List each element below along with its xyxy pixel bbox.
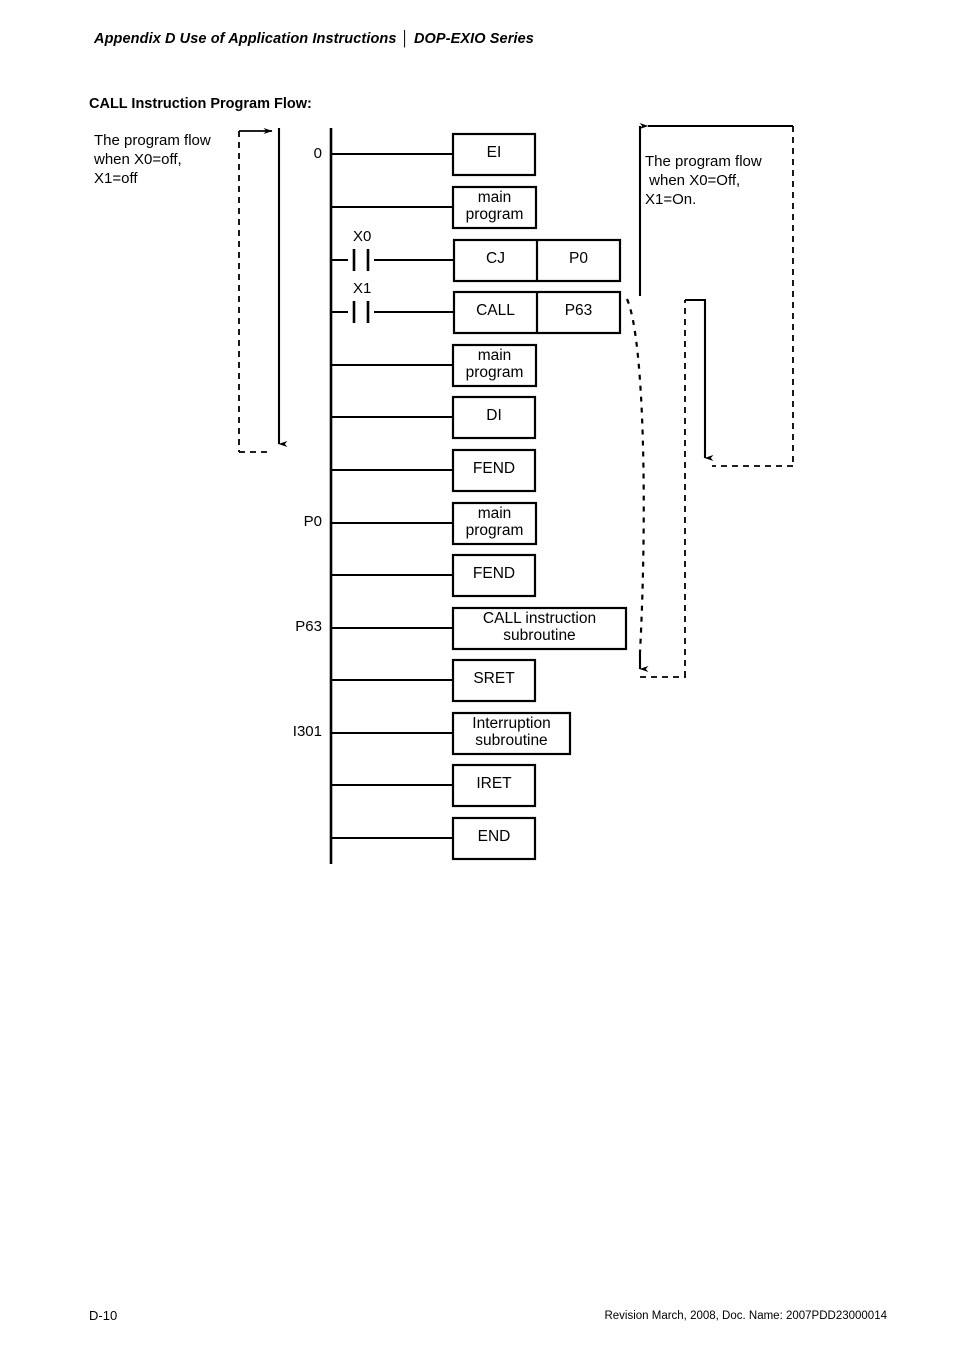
rung-wires	[331, 152, 454, 840]
document-page: Appendix D Use of Application Instructio…	[0, 0, 954, 1351]
step-label-0: 0	[313, 145, 322, 162]
left-flow-path	[238, 128, 288, 453]
contact-label-x1: X1	[353, 280, 372, 297]
step-label-p0: P0	[303, 513, 322, 530]
right-flow-annotation: The program flow when X0=Off, X1=On.	[645, 153, 762, 209]
call-instruction-program-flow-diagram: The program flow when X0=off, X1=off The…	[0, 0, 954, 1351]
step-label-i301: I301	[292, 723, 322, 740]
call-return-path	[625, 298, 686, 678]
footer-revision-info: Revision March, 2008, Doc. Name: 2007PDD…	[604, 1310, 887, 1322]
footer-page-number: D-10	[89, 1308, 118, 1323]
instruction-boxes	[451, 132, 628, 861]
left-flow-annotation: The program flow when X0=off, X1=off	[94, 132, 211, 188]
ladder-diagram-svg	[238, 123, 794, 864]
contact-label-x0: X0	[353, 228, 372, 245]
step-label-p63: P63	[295, 618, 322, 635]
